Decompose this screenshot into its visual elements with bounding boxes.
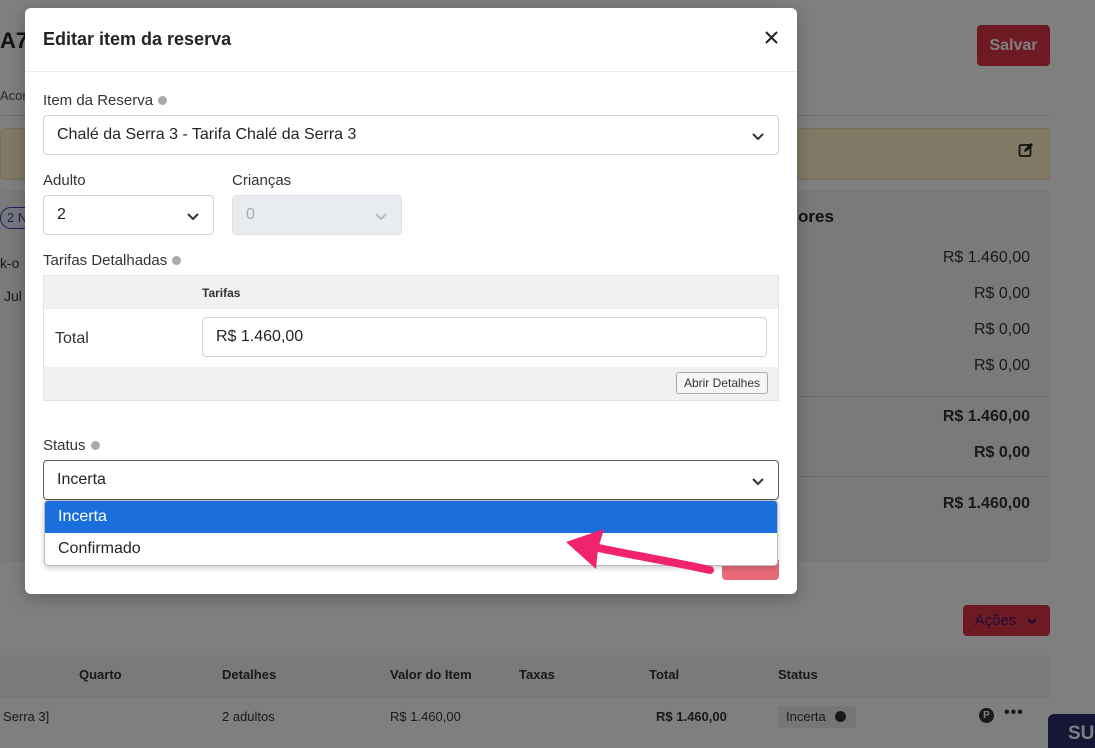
tarifas-table-header: Tarifas bbox=[44, 276, 778, 309]
status-label-text: Status bbox=[43, 437, 86, 454]
info-icon bbox=[172, 256, 182, 265]
adulto-label: Adulto bbox=[43, 172, 86, 189]
modal-header: Editar item da reserva bbox=[25, 8, 797, 72]
item-select-value: Chalé da Serra 3 - Tarifa Chalé da Serra… bbox=[57, 126, 357, 143]
tarifas-total-label: Total bbox=[55, 330, 89, 347]
info-icon bbox=[90, 441, 100, 450]
adulto-label-text: Adulto bbox=[43, 172, 86, 189]
modal-title: Editar item da reserva bbox=[43, 29, 232, 49]
item-select[interactable]: Chalé da Serra 3 - Tarifa Chalé da Serra… bbox=[43, 115, 779, 155]
criancas-label: Crianças bbox=[232, 172, 291, 189]
adulto-select-value: 2 bbox=[57, 206, 66, 223]
chevron-down-icon bbox=[752, 133, 764, 141]
close-button[interactable] bbox=[759, 25, 783, 49]
tarifas-label: Tarifas Detalhadas bbox=[43, 252, 182, 269]
close-icon bbox=[764, 30, 778, 44]
status-select-value: Incerta bbox=[57, 471, 106, 488]
chevron-down-icon bbox=[187, 213, 199, 221]
criancas-select: 0 bbox=[232, 195, 402, 235]
criancas-select-value: 0 bbox=[246, 206, 255, 223]
open-details-button[interactable]: Abrir Detalhes bbox=[675, 372, 768, 394]
annotation-arrow-icon bbox=[566, 529, 714, 574]
item-label: Item da Reserva bbox=[43, 92, 168, 109]
chevron-down-icon bbox=[375, 213, 387, 221]
tarifas-table: Tarifas Total R$ 1.460,00 Abrir Detalhes bbox=[43, 275, 779, 401]
criancas-label-text: Crianças bbox=[232, 172, 292, 189]
tarifas-column-header: Tarifas bbox=[202, 286, 241, 300]
status-select[interactable]: Incerta bbox=[43, 460, 779, 500]
item-label-text: Item da Reserva bbox=[43, 92, 154, 109]
tarifas-table-footer: Abrir Detalhes bbox=[44, 367, 778, 400]
tarifas-total-input[interactable]: R$ 1.460,00 bbox=[202, 317, 767, 357]
tarifas-label-text: Tarifas Detalhadas bbox=[43, 252, 168, 269]
chevron-down-icon bbox=[752, 478, 764, 486]
adulto-select[interactable]: 2 bbox=[43, 195, 214, 235]
status-label: Status bbox=[43, 437, 100, 454]
info-icon bbox=[158, 96, 168, 105]
